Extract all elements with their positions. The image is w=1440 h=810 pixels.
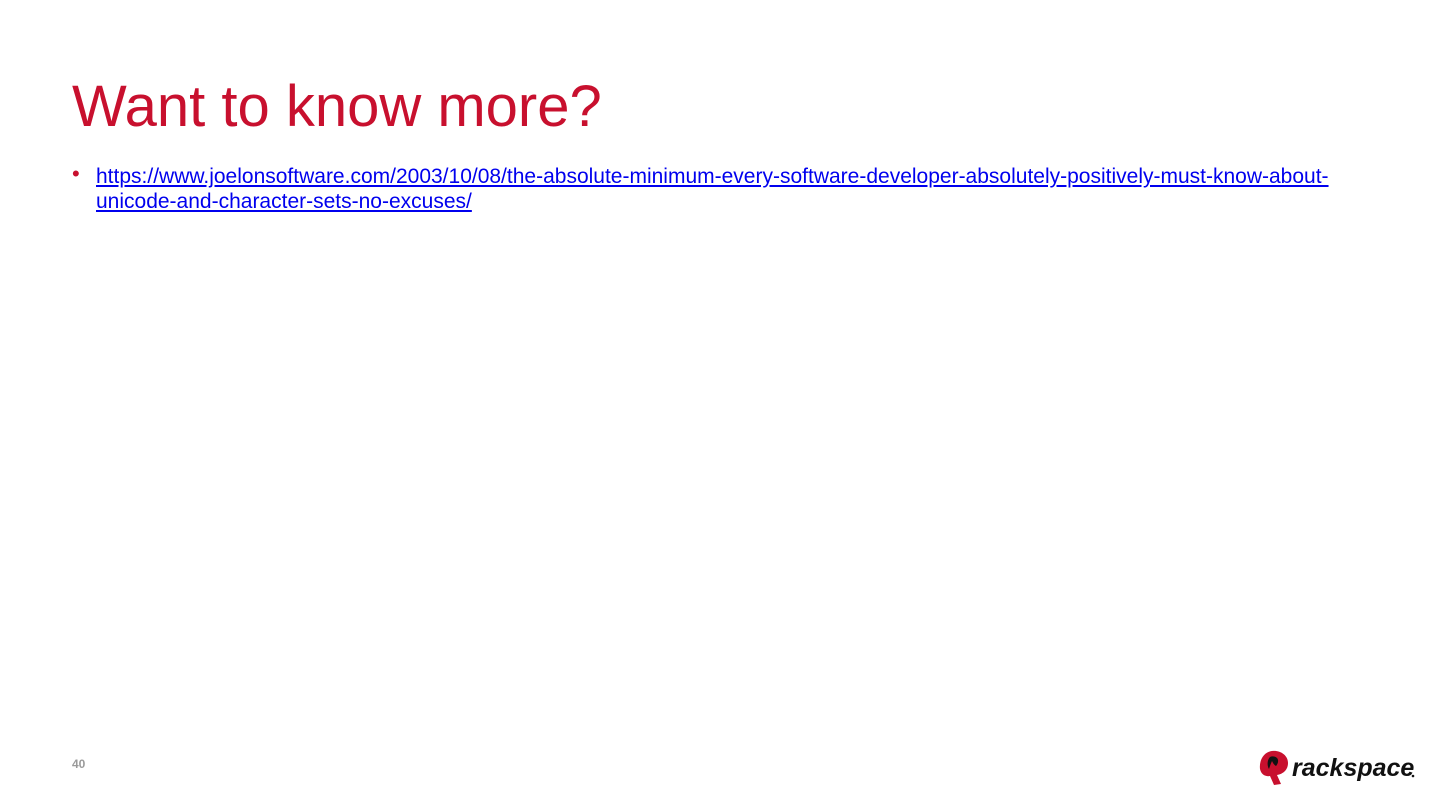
rackspace-logo-icon [1259, 750, 1288, 785]
rackspace-logo: rackspace [1259, 750, 1415, 785]
joelonsoftware-link[interactable]: https://www.joelonsoftware.com/2003/10/0… [96, 165, 1329, 213]
rackspace-wordmark: rackspace [1292, 754, 1414, 782]
bullet-item: • https://www.joelonsoftware.com/2003/10… [72, 161, 1332, 214]
slide-title: Want to know more? [72, 74, 602, 139]
bullet-dot-icon: • [72, 161, 80, 186]
page-number: 40 [72, 757, 86, 771]
bullet-list: • https://www.joelonsoftware.com/2003/10… [72, 161, 1332, 214]
logo-dot [1411, 774, 1415, 778]
slide: Want to know more? • https://www.joelons… [0, 0, 1440, 810]
